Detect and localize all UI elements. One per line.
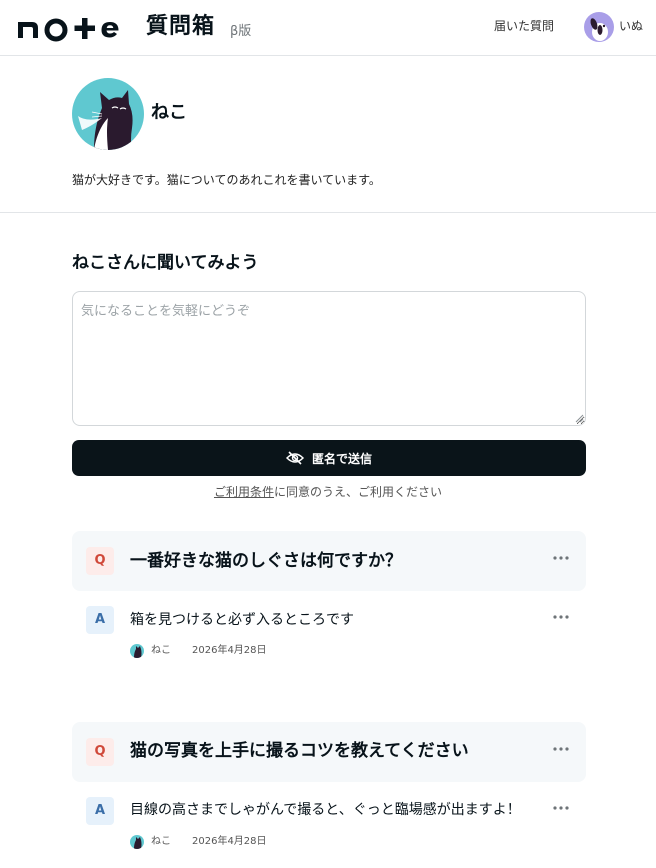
section-divider [0,212,656,213]
answer-text: 箱を見つけると必ず入るところです [130,612,354,628]
profile-avatar[interactable] [72,78,144,150]
answer-badge: A [86,606,114,634]
answer-date: 2026年4月28日 [192,836,267,847]
more-dots-icon[interactable] [551,610,571,624]
answerer-name[interactable]: ねこ [151,835,171,849]
more-dots-icon[interactable] [551,742,571,756]
answer-meta: ねこ 2026年4月28日 [130,644,267,658]
answer-text: 目線の高さまでしゃがんで撮ると、ぐっと臨場感が出ますよ！ [130,802,521,818]
question-text: 猫の写真を上手に撮るコツを教えてください [130,741,469,761]
note-logo[interactable]: note [16,12,130,44]
site-header: note 質問箱 β版 届いた質問 いぬ [0,0,656,56]
terms-link[interactable]: ご利用条件 [214,485,274,499]
eye-slash-icon [285,451,304,465]
question-text: 一番好きな猫のしぐさは何ですか？ [130,551,402,571]
received-questions-link[interactable]: 届いた質問 [494,17,554,35]
user-avatar[interactable] [584,12,614,42]
more-dots-icon[interactable] [551,801,571,815]
question-badge: Q [86,547,114,575]
answerer-avatar[interactable] [130,644,144,658]
answerer-avatar[interactable] [130,835,144,849]
answerer-name[interactable]: ねこ [151,644,171,658]
question-input[interactable] [72,291,586,426]
question-badge: Q [86,738,114,766]
answer-badge: A [86,797,114,825]
terms-text: に同意のうえ、ご利用ください [274,485,443,499]
user-name[interactable]: いぬ [619,17,643,35]
more-dots-icon[interactable] [551,551,571,565]
profile-name[interactable]: ねこ [151,100,187,126]
send-anonymously-button[interactable]: 匿名で送信 [72,440,586,476]
beta-label: β版 [230,24,252,39]
profile-bio: 猫が大好きです。猫についてのあれこれを書いています。 [72,173,381,187]
ask-title: ねこさんに聞いてみよう [72,253,259,273]
product-name: 質問箱 [146,14,216,39]
answer-meta: ねこ 2026年4月28日 [130,835,267,849]
send-button-label: 匿名で送信 [311,451,372,466]
terms-notice: ご利用条件に同意のうえ、ご利用ください [0,483,656,501]
answer-date: 2026年4月28日 [192,645,267,656]
